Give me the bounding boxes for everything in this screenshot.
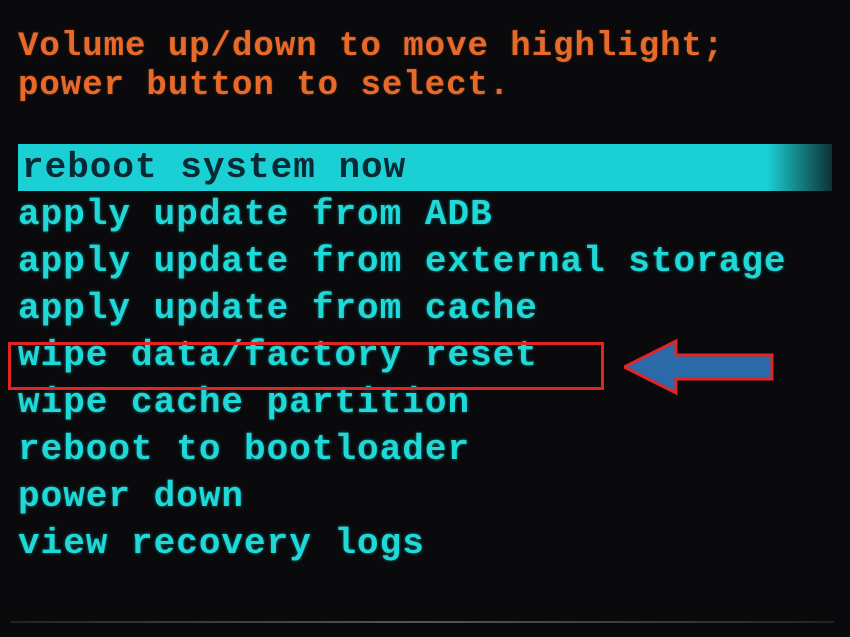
menu-item-apply-update-cache[interactable]: apply update from cache [18,285,832,332]
menu-item-wipe-cache-partition[interactable]: wipe cache partition [18,379,832,426]
menu-item-label: wipe cache partition [18,382,470,423]
menu-item-label: wipe data/factory reset [18,335,538,376]
menu-item-apply-update-adb[interactable]: apply update from ADB [18,191,832,238]
instruction-line-2: power button to select. [18,67,832,106]
recovery-screen: Volume up/down to move highlight; power … [0,0,850,567]
navigation-instructions: Volume up/down to move highlight; power … [18,28,832,106]
instruction-line-1: Volume up/down to move highlight; [18,28,832,67]
menu-item-view-recovery-logs[interactable]: view recovery logs [18,520,832,567]
menu-item-apply-update-external[interactable]: apply update from external storage [18,238,832,285]
divider-line [10,621,834,623]
menu-item-label: apply update from external storage [18,241,787,282]
menu-item-label: view recovery logs [18,523,425,564]
recovery-menu: reboot system now apply update from ADB … [18,144,832,567]
menu-item-label: apply update from cache [18,288,538,329]
menu-item-label: power down [18,476,244,517]
menu-item-reboot-system[interactable]: reboot system now [18,144,832,191]
menu-item-power-down[interactable]: power down [18,473,832,520]
menu-item-label: reboot system now [22,147,406,188]
menu-item-reboot-bootloader[interactable]: reboot to bootloader [18,426,832,473]
menu-item-label: reboot to bootloader [18,429,470,470]
menu-item-label: apply update from ADB [18,194,493,235]
menu-item-wipe-data-factory-reset[interactable]: wipe data/factory reset [18,332,832,379]
